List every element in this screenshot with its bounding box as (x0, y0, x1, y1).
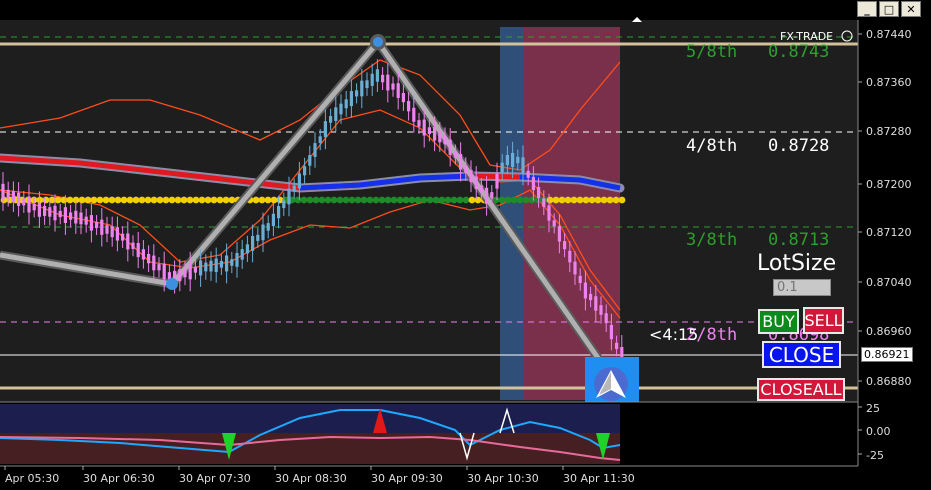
lot-size-input[interactable] (773, 279, 831, 296)
indicator-axis-ticks: 25 0.00 -25 (858, 402, 891, 462)
time-tick: 30 Apr 11:30 (563, 472, 635, 485)
price-tick: 0.86880 (866, 375, 912, 388)
indicator-tick: -25 (866, 449, 884, 462)
terminal-name: FX-TRADE (780, 30, 833, 43)
price-tick: 0.86960 (866, 325, 912, 338)
price-tick: 0.87200 (866, 178, 912, 191)
level-5-label: 5/8th (686, 42, 737, 62)
current-price-label: 0.86921 (861, 347, 913, 362)
pink-session-zone (524, 27, 620, 400)
price-tick: 0.87360 (866, 76, 912, 89)
sell-button[interactable]: SELL (803, 307, 844, 334)
indicator-tick: 25 (866, 402, 880, 415)
peak-marker-dot (373, 37, 383, 47)
indicator-upper-band (0, 404, 620, 433)
buy-button[interactable]: BUY (758, 309, 799, 334)
level-4-value: 0.8728 (768, 136, 829, 156)
top-arrow-icon (632, 17, 642, 22)
indicator-tick: 0.00 (866, 425, 891, 438)
time-tick: 30 Apr 10:30 (467, 472, 539, 485)
level-3-value: 0.8713 (768, 230, 829, 250)
blue-session-zone (500, 27, 524, 400)
close-trade-button[interactable]: CLOSE (762, 341, 841, 368)
level-3-label: 3/8th (686, 230, 737, 250)
price-tick: 0.87440 (866, 28, 912, 41)
lot-size-label: LotSize (757, 251, 837, 276)
level-4-label: 4/8th (686, 136, 737, 156)
level-5-value: 0.8743 (768, 42, 829, 62)
time-tick: Apr 05:30 (5, 472, 59, 485)
candle-timer: <4:15 (649, 325, 699, 344)
time-tick: 30 Apr 07:30 (179, 472, 251, 485)
price-tick: 0.87280 (866, 125, 912, 138)
chart-canvas[interactable]: 5/8th 0.8743 4/8th 0.8728 3/8th 0.8713 2… (0, 0, 931, 490)
time-tick: 30 Apr 06:30 (83, 472, 155, 485)
time-tick: 30 Apr 09:30 (371, 472, 443, 485)
price-tick: 0.87120 (866, 226, 912, 239)
trough-marker-icon (166, 278, 178, 290)
close-all-button[interactable]: CLOSEALL (757, 378, 845, 401)
time-tick: 30 Apr 08:30 (275, 472, 347, 485)
price-tick: 0.87040 (866, 276, 912, 289)
